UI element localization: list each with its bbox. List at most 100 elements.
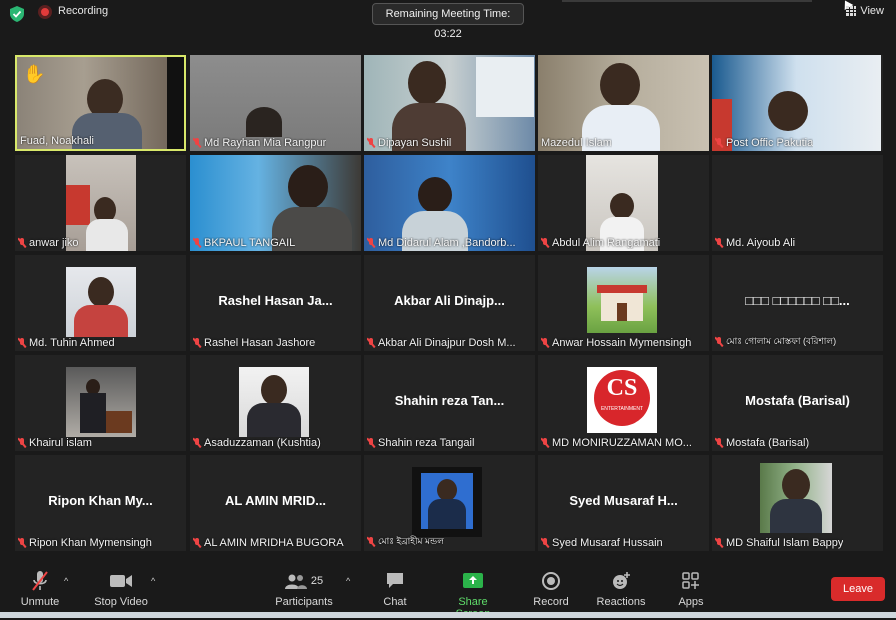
mic-muted-icon: [18, 570, 62, 592]
reactions-button[interactable]: Reactions: [596, 570, 646, 608]
participant-tile[interactable]: Syed Musaraf H... Syed Musaraf Hussain: [538, 455, 709, 551]
participant-tile[interactable]: Md. Tuhin Ahmed: [15, 255, 186, 351]
participant-display-name: Mostafa (Barisal): [745, 393, 850, 408]
raised-hand-icon: ✋: [23, 64, 46, 84]
apps-button[interactable]: Apps: [676, 570, 706, 608]
mic-muted-icon: [541, 238, 549, 248]
participant-name: মোঃ গোলাম মোস্তফা (বরিশাল): [715, 334, 836, 349]
participant-name: Mazedul Islam: [541, 137, 612, 149]
participant-tile[interactable]: Mazedul Islam: [538, 55, 709, 151]
participant-tile[interactable]: Md. Aiyoub Ali: [712, 155, 883, 251]
participant-tile[interactable]: Md Didarul Alam ,Bandorb...: [364, 155, 535, 251]
participant-tile[interactable]: Akbar Ali Dinajp... Akbar Ali Dinajpur D…: [364, 255, 535, 351]
participant-tile[interactable]: BKPAUL TANGAIL: [190, 155, 361, 251]
participant-tile[interactable]: Khairul islam: [15, 355, 186, 451]
chat-bubble-icon: [380, 570, 410, 592]
mic-muted-icon: [367, 238, 375, 248]
video-options-caret-icon[interactable]: ^: [151, 576, 155, 586]
participant-tile[interactable]: Abdul Alim Rangamati: [538, 155, 709, 251]
reactions-label: Reactions: [596, 596, 646, 608]
chat-label: Chat: [383, 596, 407, 608]
participant-display-name: Akbar Ali Dinajp...: [394, 293, 505, 308]
participants-options-caret-icon[interactable]: ^: [346, 576, 350, 586]
participant-tile[interactable]: Md Rayhan Mia Rangpur: [190, 55, 361, 151]
cs-entertainment-logo: CS ENTERTAINMENT: [587, 367, 657, 433]
participant-name: MD MONIRUZZAMAN MO...: [541, 437, 692, 449]
participants-button[interactable]: 25 Participants: [274, 570, 334, 608]
video-feed: [587, 267, 657, 333]
stop-video-label: Stop Video: [94, 596, 148, 608]
participant-tile[interactable]: Shahin reza Tan... Shahin reza Tangail: [364, 355, 535, 451]
participant-name: Ripon Khan Mymensingh: [18, 537, 152, 549]
mic-muted-icon: [715, 438, 723, 448]
participant-display-name: Shahin reza Tan...: [394, 393, 505, 408]
participant-name: Anwar Hossain Mymensingh: [541, 337, 691, 349]
participant-display-name: □□□ □□□□□□ □□...: [745, 293, 850, 308]
participant-tile[interactable]: Post Offic Pakutia: [712, 55, 883, 151]
participants-icon: 25: [274, 570, 334, 592]
taskbar-strip: [0, 612, 896, 618]
participant-tile[interactable]: anwar jiko: [15, 155, 186, 251]
mic-muted-icon: [193, 238, 201, 248]
participant-tile[interactable]: Anwar Hossain Mymensingh: [538, 255, 709, 351]
participant-tile[interactable]: Mostafa (Barisal) Mostafa (Barisal): [712, 355, 883, 451]
video-feed: [760, 463, 832, 533]
video-feed: [412, 467, 482, 537]
participant-name: Md. Aiyoub Ali: [715, 237, 795, 249]
audio-options-caret-icon[interactable]: ^: [64, 576, 68, 586]
participant-tile[interactable]: □□□ □□□□□□ □□... মোঃ গোলাম মোস্তফা (বরিশ…: [712, 255, 883, 351]
participant-display-name: Rashel Hasan Ja...: [218, 293, 333, 308]
mic-muted-icon: [18, 338, 26, 348]
mic-muted-icon: [193, 338, 201, 348]
participant-tile[interactable]: Dipayan Sushil: [364, 55, 535, 151]
participant-name: BKPAUL TANGAIL: [193, 237, 295, 249]
video-feed: [66, 267, 136, 337]
participant-name: Asaduzzaman (Kushtia): [193, 437, 321, 449]
participant-display-name: Syed Musaraf H...: [569, 493, 678, 508]
chat-button[interactable]: Chat: [380, 570, 410, 608]
cs-logo-subtext: ENTERTAINMENT: [600, 406, 644, 412]
mic-muted-icon: [367, 438, 375, 448]
record-icon: [532, 570, 570, 592]
view-button[interactable]: View: [846, 5, 884, 17]
participant-tile[interactable]: Ripon Khan My... Ripon Khan Mymensingh: [15, 455, 186, 551]
participant-name: Post Offic Pakutia: [715, 137, 813, 149]
participant-name: Shahin reza Tangail: [367, 437, 474, 449]
stop-video-button[interactable]: Stop Video: [92, 570, 150, 608]
participant-tile[interactable]: মোঃ ইব্রাহীম মন্ডল: [364, 455, 535, 551]
leave-button[interactable]: Leave: [831, 577, 885, 601]
record-button[interactable]: Record: [532, 570, 570, 608]
participant-name: Rashel Hasan Jashore: [193, 337, 315, 349]
mic-muted-icon: [193, 438, 201, 448]
participant-name: Khairul islam: [18, 437, 92, 449]
participant-tile[interactable]: MD Shaiful Islam Bappy: [712, 455, 883, 551]
grid-view-icon: [846, 6, 857, 16]
participant-name: Syed Musaraf Hussain: [541, 537, 663, 549]
recording-icon: [38, 5, 52, 19]
recording-label: Recording: [58, 5, 109, 17]
video-feed: [66, 367, 136, 437]
participant-tile[interactable]: Asaduzzaman (Kushtia): [190, 355, 361, 451]
participant-tile[interactable]: CS ENTERTAINMENT MD MONIRUZZAMAN MO...: [538, 355, 709, 451]
participant-name: Dipayan Sushil: [367, 137, 451, 149]
record-label: Record: [533, 596, 569, 608]
view-label: View: [860, 5, 884, 17]
mic-muted-icon: [715, 336, 723, 347]
smiley-plus-icon: [596, 570, 646, 592]
participant-tile[interactable]: ✋ Fuad, Noakhali: [15, 55, 186, 151]
unmute-button[interactable]: Unmute: [18, 570, 62, 608]
apps-icon: [676, 570, 706, 592]
mic-muted-icon: [367, 138, 375, 148]
mic-muted-icon: [193, 538, 201, 548]
participant-name: AL AMIN MRIDHA BUGORA: [193, 537, 344, 549]
mic-muted-icon: [715, 138, 723, 148]
apps-label: Apps: [678, 596, 704, 608]
mic-muted-icon: [367, 338, 375, 348]
participant-tile[interactable]: AL AMIN MRID... AL AMIN MRIDHA BUGORA: [190, 455, 361, 551]
cs-logo-text: CS: [606, 375, 638, 401]
participants-label: Participants: [275, 596, 333, 608]
mic-muted-icon: [193, 138, 201, 148]
participant-tile[interactable]: Rashel Hasan Ja... Rashel Hasan Jashore: [190, 255, 361, 351]
participants-count: 25: [310, 575, 324, 587]
participant-name: Mostafa (Barisal): [715, 437, 809, 449]
